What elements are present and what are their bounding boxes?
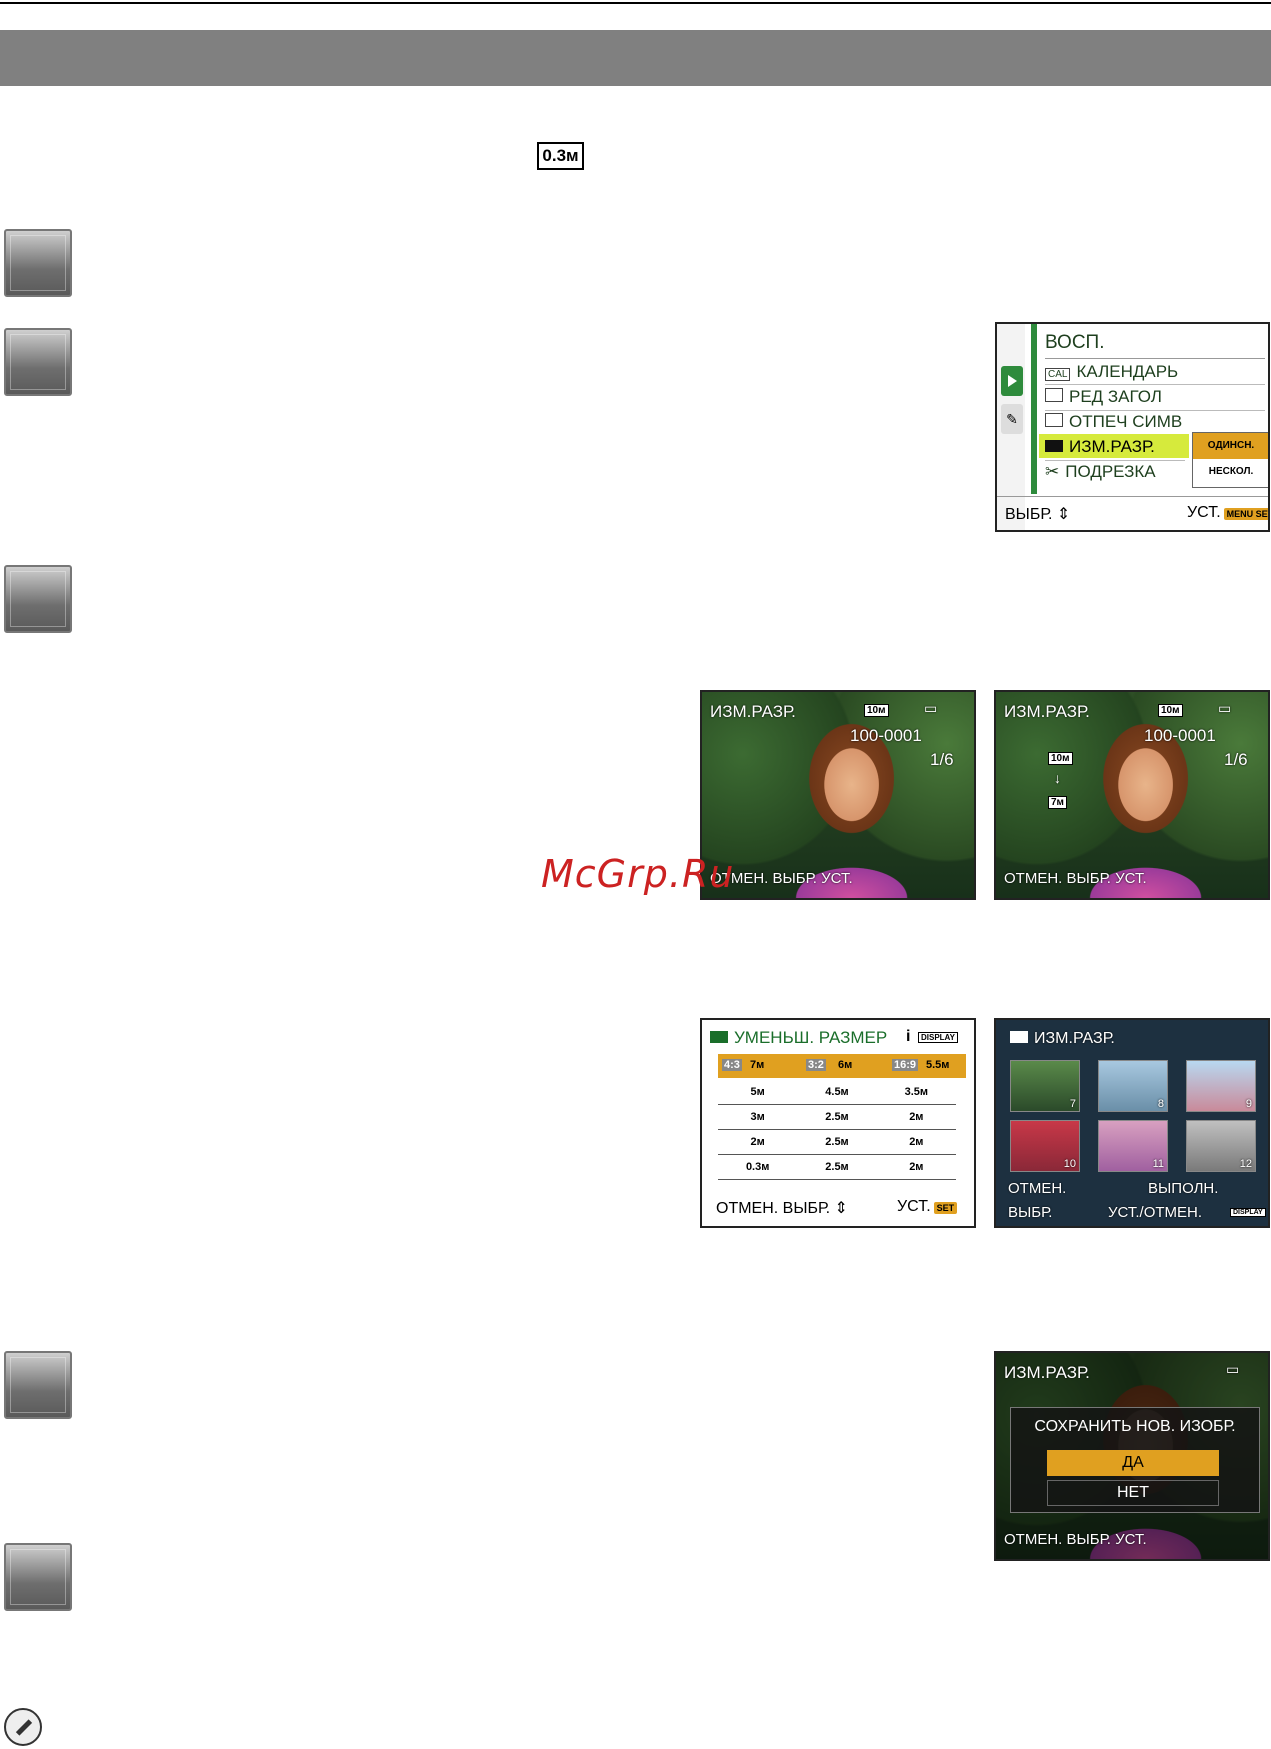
screen-footer: ОТМЕН. ВЫБР. УСТ. [1004, 870, 1147, 887]
step-marker-1 [4, 229, 72, 297]
confirm-title: ИЗМ.РАЗР. [1004, 1363, 1090, 1382]
no-button[interactable]: НЕТ [1047, 1480, 1219, 1506]
picture-size-tag: 10м [864, 704, 889, 717]
reduce-size-screen: УМЕНЬШ. РАЗМЕР i DISPLAY 4:3 7м 3:2 6м 1… [700, 1018, 976, 1228]
size-badge: 0.3м [537, 142, 584, 170]
menu-accent-bar [1031, 324, 1037, 494]
image-count: 1/6 [930, 750, 954, 769]
reduce-footer-set: УСТ. SET [897, 1198, 958, 1216]
menu-side-tabs: ✎ [997, 324, 1025, 530]
menu-item-text-stamp[interactable]: ОТПЕЧ СИМВ [1045, 412, 1182, 432]
text-stamp-icon [1045, 413, 1063, 427]
thumbnail-9[interactable]: 9 [1186, 1060, 1256, 1112]
resize-icon [710, 1031, 728, 1043]
size-from-tag: 10м [1048, 752, 1073, 765]
multi-cancel: ОТМЕН. [1008, 1180, 1067, 1197]
menu-item-resize[interactable]: ИЗМ.РАЗР. [1045, 437, 1155, 457]
submenu-single[interactable]: ОДИНСН. [1193, 433, 1268, 459]
updown-icon: ⇕ [1056, 506, 1071, 523]
play-tab-icon[interactable] [1001, 366, 1023, 396]
thumbnail-12[interactable]: 12 [1186, 1120, 1256, 1172]
picture-size-tag: 10м [1158, 704, 1183, 717]
menu-footer-set: УСТ. MENU SET [1187, 504, 1268, 522]
step-marker-2 [4, 328, 72, 396]
menu-screen: ✎ ВОСП. CAL КАЛЕНДАРЬ РЕД ЗАГОЛ ОТПЕЧ СИМ… [995, 322, 1270, 532]
top-rule [0, 2, 1271, 4]
portrait-photo [996, 692, 1268, 898]
menu-footer-select: ВЫБР. ⇕ [1005, 506, 1071, 523]
menu-item-trim[interactable]: ✂ ПОДРЕЗКА [1045, 462, 1156, 482]
confirm-question: СОХРАНИТЬ НОВ. ИЗОБР. [1034, 1418, 1236, 1435]
updown-icon: ⇕ [834, 1200, 848, 1217]
confirm-screen: ИЗМ.РАЗР. ▭ СОХРАНИТЬ НОВ. ИЗОБР. ДА НЕТ… [994, 1351, 1270, 1561]
confirm-footer: ОТМЕН. ВЫБР. УСТ. [1004, 1531, 1147, 1548]
file-number: 100-0001 [1144, 726, 1216, 745]
scissors-icon: ✂ [1045, 462, 1060, 481]
info-icon: i [906, 1028, 911, 1045]
battery-icon: ▭ [1218, 700, 1232, 716]
battery-icon: ▭ [924, 700, 938, 716]
section-header-band [0, 30, 1271, 86]
multi-set-cancel: УСТ./ОТМЕН. [1108, 1204, 1203, 1221]
note-pencil-icon [4, 1708, 42, 1746]
battery-icon: ▭ [1226, 1361, 1240, 1377]
step-marker-4 [4, 1351, 72, 1419]
thumbnail-11[interactable]: 11 [1098, 1120, 1168, 1172]
portrait-photo [702, 692, 974, 898]
arrow-down-icon: ↓ [1054, 770, 1061, 786]
thumbnail-10[interactable]: 10 [1010, 1120, 1080, 1172]
file-number: 100-0001 [850, 726, 922, 745]
thumbnail-8[interactable]: 8 [1098, 1060, 1168, 1112]
image-count: 1/6 [1224, 750, 1248, 769]
menu-title: ВОСП. [1045, 332, 1105, 353]
step-marker-5 [4, 1543, 72, 1611]
multi-title: ИЗМ.РАЗР. [1010, 1030, 1115, 1048]
single-resize-screen-a: ИЗМ.РАЗР. 10м ▭ 100-0001 1/6 ОТМЕН. ВЫБР… [700, 690, 976, 900]
multi-execute: ВЫПОЛН. [1148, 1180, 1219, 1197]
confirm-dialog: СОХРАНИТЬ НОВ. ИЗОБР. ДА НЕТ [1010, 1407, 1260, 1513]
menu-set-icon: SET [933, 1202, 958, 1214]
menu-set-icon: MENU SET [1223, 508, 1268, 520]
table-row[interactable]: 2м 2.5м 2м [718, 1130, 956, 1155]
display-button-icon: DISPLAY [1230, 1208, 1266, 1217]
wrench-tab-icon[interactable]: ✎ [1001, 404, 1023, 434]
resize-icon [1045, 440, 1063, 452]
reduce-header-row[interactable]: 4:3 7м 3:2 6м 16:9 5.5м [718, 1054, 966, 1078]
table-row[interactable]: 5м 4.5м 3.5м [718, 1080, 956, 1105]
submenu-popup: ОДИНСН. НЕСКОЛ. [1192, 432, 1268, 488]
single-resize-screen-b: ИЗМ.РАЗР. 10м ▭ 100-0001 1/6 10м ↓ 7м ОТ… [994, 690, 1270, 900]
menu-item-calendar[interactable]: CAL КАЛЕНДАРЬ [1045, 362, 1178, 382]
multi-resize-screen: ИЗМ.РАЗР. 7 8 9 10 11 12 ОТМЕН. ВЫПОЛН. … [994, 1018, 1270, 1228]
reduce-size-table: 5м 4.5м 3.5м 3м 2.5м 2м 2м 2.5м 2м 0.3м 2.5м 2м [718, 1080, 956, 1180]
screen-title: ИЗМ.РАЗР. [1004, 702, 1090, 721]
thumbnail-7[interactable]: 7 [1010, 1060, 1080, 1112]
resize-icon [1010, 1031, 1028, 1043]
size-to-tag: 7м [1048, 796, 1067, 809]
table-row[interactable]: 0.3м 2.5м 2м [718, 1155, 956, 1180]
multi-select: ВЫБР. [1008, 1204, 1053, 1221]
table-row[interactable]: 3м 2.5м 2м [718, 1105, 956, 1130]
submenu-multi[interactable]: НЕСКОЛ. [1193, 459, 1268, 485]
menu-item-edit-title[interactable]: РЕД ЗАГОЛ [1045, 387, 1162, 407]
screen-title: ИЗМ.РАЗР. [710, 702, 796, 721]
watermark: McGrp.Ru [541, 852, 735, 896]
step-marker-3 [4, 565, 72, 633]
edit-title-icon [1045, 388, 1063, 402]
yes-button[interactable]: ДА [1047, 1450, 1219, 1476]
display-button-icon: DISPLAY [918, 1032, 958, 1043]
cal-icon: CAL [1045, 368, 1071, 381]
reduce-footer: ОТМЕН. ВЫБР. ⇕ [716, 1200, 848, 1217]
reduce-title: УМЕНЬШ. РАЗМЕР [710, 1028, 887, 1048]
